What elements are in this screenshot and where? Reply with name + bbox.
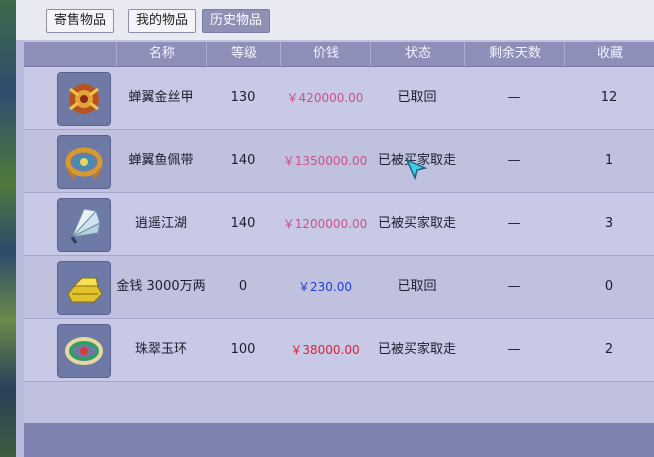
item-name: 逍遥江湖 [134,216,187,231]
item-price: ￥230.00 [298,280,352,294]
item-price: ￥1200000.00 [282,217,368,231]
item-name: 蝉翼鱼佩带 [128,153,194,168]
item-days-left: — [507,279,521,294]
table-row[interactable]: 蝉翼金丝甲 130 ￥420000.00 已取回 — 12 [24,67,654,130]
tab-my-items[interactable]: 我的物品 [128,9,197,33]
table-header: 名称 等级 价钱 状态 剩余天数 收藏 [24,42,654,67]
item-price: ￥420000.00 [286,91,364,105]
column-header-level: 等级 [206,42,281,66]
gold-ingot-icon [57,261,111,315]
table-footer [24,423,654,457]
item-favorites: 1 [604,153,614,168]
item-price: ￥1350000.00 [282,154,368,168]
item-level: 140 [230,216,256,231]
items-table: 名称 等级 价钱 状态 剩余天数 收藏 蝉翼金丝甲 130 ￥420000.00… [24,40,654,457]
item-favorites: 12 [600,90,618,105]
jade-ring-icon [57,324,111,378]
table-row[interactable]: 蝉翼鱼佩带 140 ￥1350000.00 已被买家取走 — 1 [24,130,654,193]
tab-history-items[interactable]: 历史物品 [202,9,271,33]
column-header-favorites: 收藏 [564,42,654,66]
tab-bar: 寄售物品 我的物品 历史物品 [16,0,654,40]
table-row[interactable]: 珠翠玉环 100 ￥38000.00 已被买家取走 — 2 [24,319,654,382]
belt-icon [57,135,111,189]
column-header-status: 状态 [370,42,465,66]
item-status: 已取回 [397,90,437,105]
item-name: 蝉翼金丝甲 [128,90,194,105]
item-price: ￥38000.00 [290,343,360,357]
item-level: 130 [230,90,256,105]
item-level: 100 [230,342,256,357]
mouse-cursor-icon [405,158,428,181]
item-level: 0 [238,279,248,294]
armor-icon [57,72,111,126]
table-row[interactable]: 金钱 3000万两 0 ￥230.00 已取回 — 0 [24,256,654,319]
left-decoration [0,0,16,457]
item-level: 140 [230,153,256,168]
item-favorites: 3 [604,216,614,231]
column-header-days-left: 剩余天数 [464,42,565,66]
item-status: 已被买家取走 [377,342,456,357]
table-row[interactable]: 逍遥江湖 140 ￥1200000.00 已被买家取走 — 3 [24,193,654,256]
item-favorites: 2 [604,342,614,357]
item-days-left: — [507,90,521,105]
item-name: 金钱 3000万两 [116,279,206,294]
column-header-name: 名称 [116,42,207,66]
item-status: 已被买家取走 [377,216,456,231]
tab-consign-items[interactable]: 寄售物品 [46,9,115,33]
item-favorites: 0 [604,279,614,294]
fan-icon [57,198,111,252]
item-days-left: — [507,216,521,231]
item-days-left: — [507,342,521,357]
item-status: 已取回 [397,279,437,294]
column-header-price: 价钱 [280,42,371,66]
item-name: 珠翠玉环 [134,342,187,357]
item-days-left: — [507,153,521,168]
